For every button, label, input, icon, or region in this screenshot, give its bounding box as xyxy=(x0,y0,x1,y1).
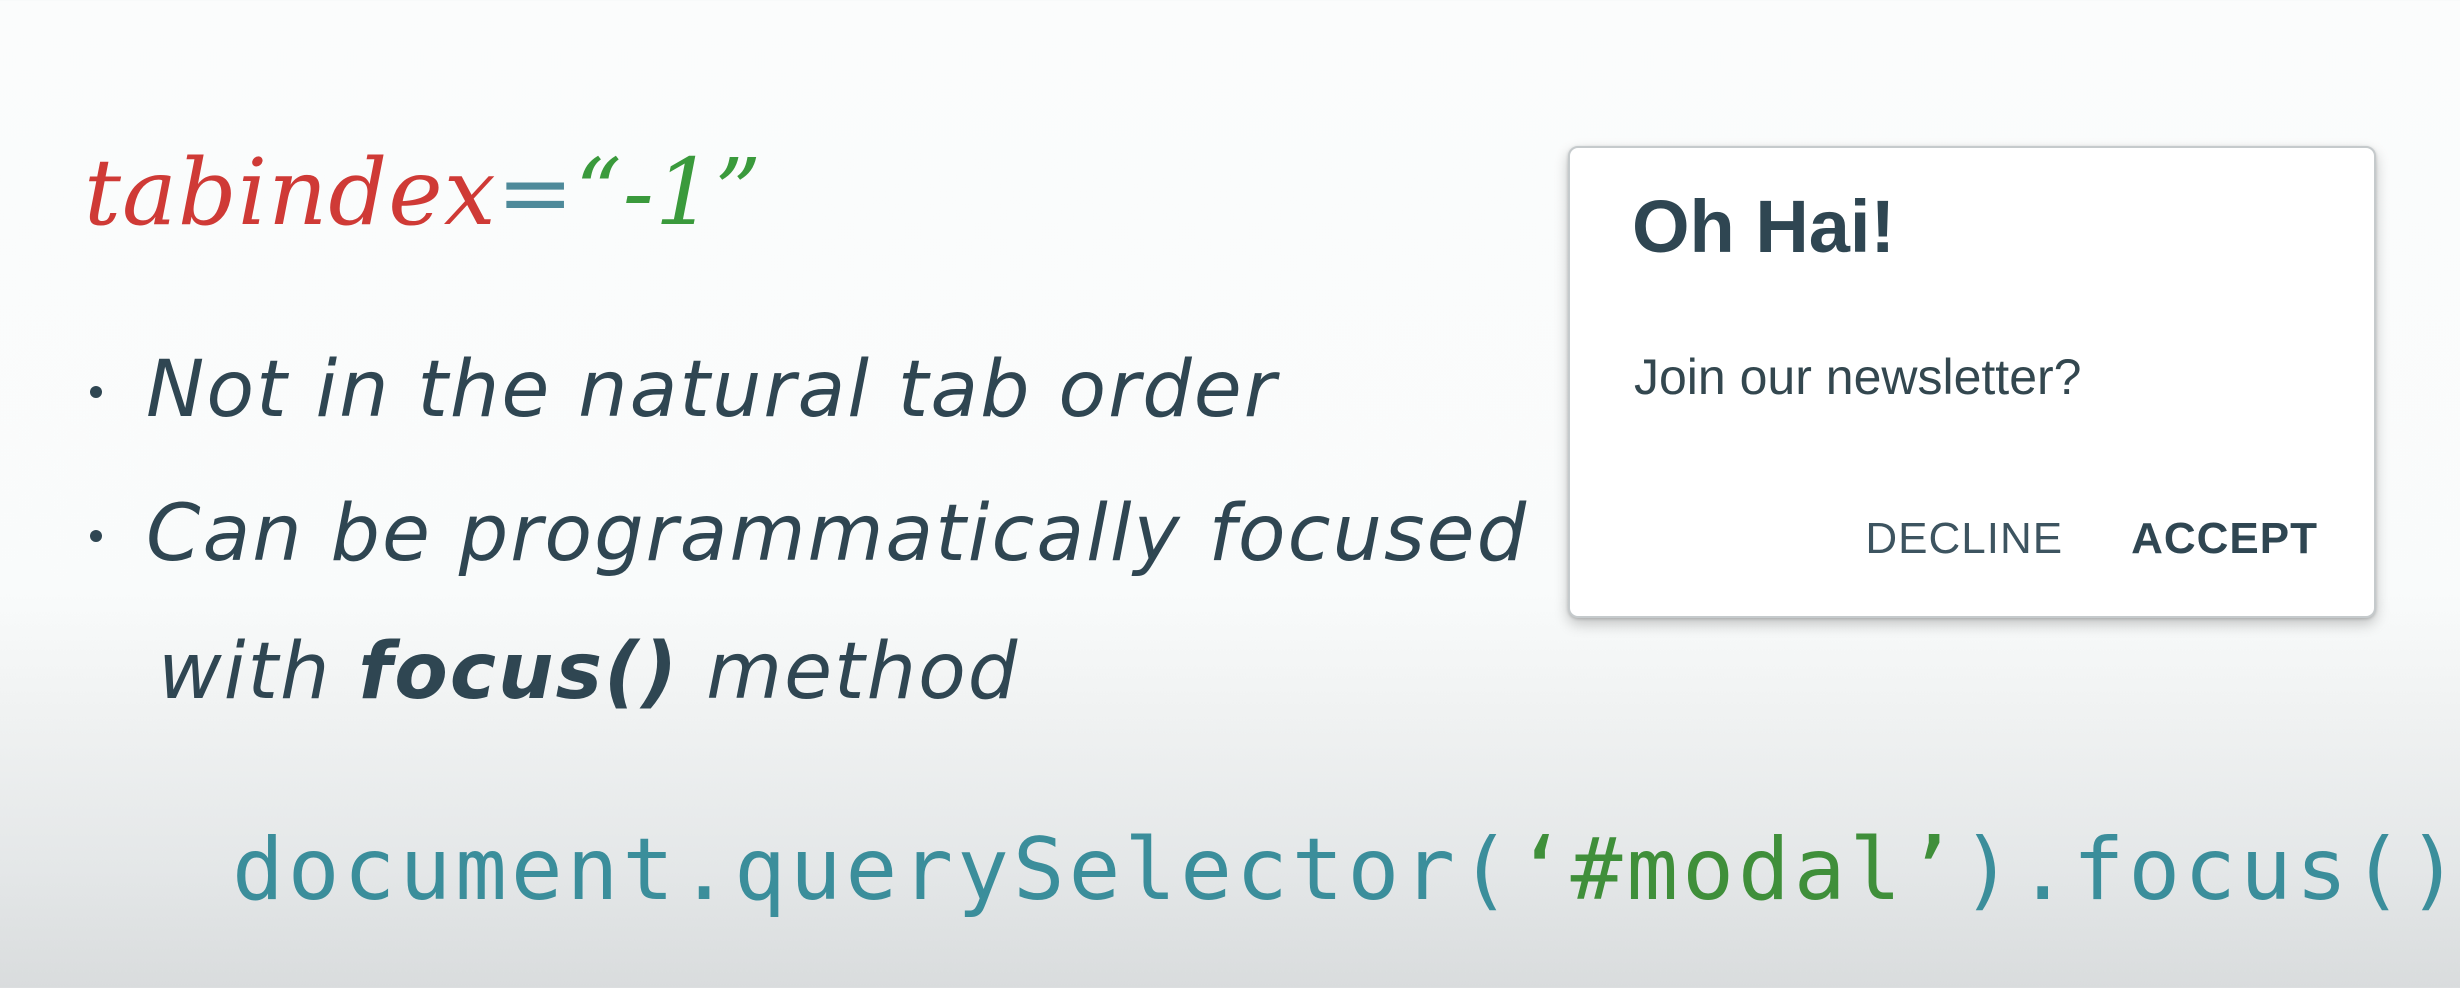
heading-value: “-1” xyxy=(574,139,763,246)
heading-equals: = xyxy=(496,139,575,246)
bullet-continuation: with focus() method xyxy=(146,620,1528,724)
bullet-cont-method: focus() xyxy=(358,627,680,717)
code-prefix: document.querySelector( xyxy=(232,820,1515,920)
code-string: ‘#modal’ xyxy=(1514,820,1962,920)
modal-actions: DECLINE ACCEPT xyxy=(1865,514,2318,564)
modal-body: Join our newsletter? xyxy=(1634,349,2082,405)
bullet-cont-suffix: method xyxy=(679,627,1020,717)
bullet-list: Not in the natural tab order Can be prog… xyxy=(84,338,1528,724)
newsletter-modal: Oh Hai! Join our newsletter? DECLINE ACC… xyxy=(1568,146,2376,618)
heading-attribute: tabindex xyxy=(84,139,497,246)
accept-button[interactable]: ACCEPT xyxy=(2131,514,2318,564)
bullet-cont-prefix: with xyxy=(158,627,359,717)
bullet-text: Can be programmatically focused xyxy=(146,489,1529,579)
decline-button[interactable]: DECLINE xyxy=(1865,514,2063,564)
code-suffix: ).focus() xyxy=(1961,820,2460,920)
bullet-item-tab-order: Not in the natural tab order xyxy=(84,338,1528,442)
slide-heading: tabindex=“-1” xyxy=(84,140,762,246)
bullet-item-programmatic-focus: Can be programmatically focused with foc… xyxy=(84,482,1528,724)
bullet-dot-icon xyxy=(90,530,102,542)
bullet-dot-icon xyxy=(90,386,102,398)
bullet-text: Not in the natural tab order xyxy=(146,345,1278,435)
modal-title: Oh Hai! xyxy=(1632,185,1896,268)
code-example: document.querySelector(‘#modal’).focus() xyxy=(232,820,2460,920)
